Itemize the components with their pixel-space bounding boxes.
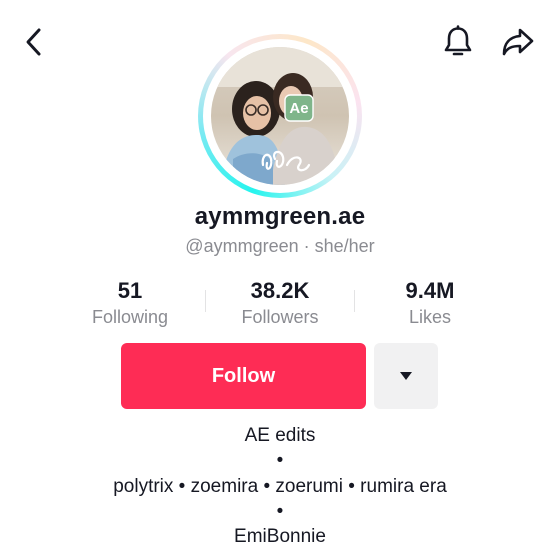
bell-icon (444, 25, 472, 56)
bio-separator: • (276, 450, 284, 471)
follow-button[interactable]: Follow (121, 343, 366, 409)
bio-line: polytrix • zoemira • zoerumi • rumira er… (113, 476, 447, 497)
share-arrow-icon (502, 28, 534, 56)
handle-row: @aymmgreen · she/her (0, 236, 560, 257)
stat-value: 51 (117, 278, 143, 303)
avatar: Ae ℓɕ (211, 47, 349, 185)
stat-value: 38.2K (250, 278, 310, 303)
avatar-image: Ae ℓɕ (211, 47, 349, 185)
avatar-ring[interactable]: Ae ℓɕ (198, 34, 362, 198)
stat-value: 9.4M (405, 278, 455, 303)
bio-line: EmiBonnie (234, 526, 326, 547)
username-handle: @aymmgreen (185, 236, 299, 256)
avatar-badge: Ae (289, 100, 308, 117)
stat-following[interactable]: 51 Following (55, 277, 205, 329)
stat-label: Following (91, 307, 169, 327)
chevron-left-icon (26, 28, 41, 56)
bio-line: AE edits (244, 425, 316, 446)
back-button[interactable] (12, 20, 56, 64)
notifications-button[interactable] (436, 20, 480, 64)
bio-separator: • (276, 501, 284, 522)
stat-label: Likes (408, 307, 452, 327)
stat-label: Followers (241, 307, 319, 327)
caret-down-icon (400, 372, 412, 380)
pronouns: she/her (314, 236, 375, 256)
share-button[interactable] (496, 20, 540, 64)
handle-separator: · (303, 236, 310, 256)
avatar-ring-gap: Ae ℓɕ (203, 39, 357, 193)
more-options-button[interactable] (374, 343, 438, 409)
display-name: aymmgreen.ae (194, 203, 366, 230)
profile-page: Ae ℓɕ aymmgreen.ae @aymmgreen · she/her … (0, 0, 560, 560)
stat-likes[interactable]: 9.4M Likes (355, 277, 505, 329)
stat-followers[interactable]: 38.2K Followers (205, 277, 355, 329)
